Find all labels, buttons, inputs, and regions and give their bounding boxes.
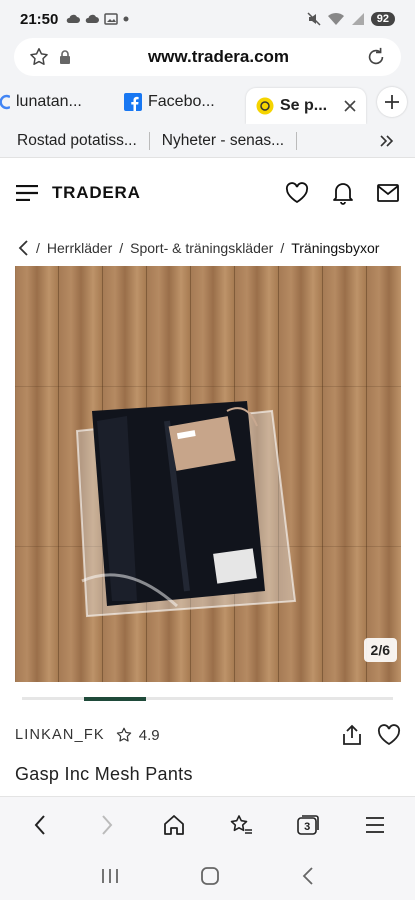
menu-icon[interactable] bbox=[16, 185, 38, 201]
home-button[interactable] bbox=[154, 805, 194, 845]
tab-facebook[interactable]: Facebo... bbox=[124, 86, 242, 118]
recent-apps-icon[interactable] bbox=[100, 867, 120, 885]
menu-button[interactable] bbox=[355, 805, 395, 845]
site-header: TRADERA bbox=[0, 160, 415, 226]
dot-icon bbox=[123, 16, 129, 22]
address-bar[interactable]: www.tradera.com bbox=[14, 38, 401, 76]
product-image[interactable]: 2/6 bbox=[15, 266, 401, 682]
system-nav-bar bbox=[0, 852, 415, 900]
tab-tradera[interactable]: Se p... bbox=[246, 88, 366, 124]
carousel-active-thumb bbox=[84, 697, 146, 701]
home-icon bbox=[163, 814, 184, 835]
tab-label: Facebo... bbox=[148, 93, 215, 110]
plus-icon bbox=[385, 95, 399, 109]
reload-icon[interactable] bbox=[365, 46, 387, 68]
bookmark-divider bbox=[296, 131, 298, 150]
browser-tabs: lunatan... Facebo... Se p... bbox=[0, 80, 415, 124]
bell-icon[interactable] bbox=[332, 181, 354, 205]
breadcrumb: / Herrkläder / Sport- & träningskläder /… bbox=[0, 236, 415, 260]
status-bar: 21:50 92 bbox=[0, 0, 415, 38]
tab-label: lunatan... bbox=[16, 93, 82, 110]
cloud-icon bbox=[86, 14, 100, 23]
heart-icon[interactable] bbox=[377, 724, 401, 746]
star-icon[interactable] bbox=[28, 46, 50, 68]
share-icon[interactable] bbox=[341, 724, 363, 746]
forward-button[interactable] bbox=[87, 805, 127, 845]
star-icon bbox=[116, 727, 131, 742]
breadcrumb-current[interactable]: Träningsbyxor bbox=[291, 240, 379, 256]
url-area: www.tradera.com bbox=[0, 38, 415, 80]
chevron-right-icon bbox=[101, 814, 113, 835]
system-back-icon[interactable] bbox=[301, 866, 315, 886]
rating-value: 4.9 bbox=[138, 726, 160, 744]
seller-rating: 4.9 bbox=[115, 726, 160, 744]
product-title: Gasp Inc Mesh Pants bbox=[15, 764, 193, 784]
browser-toolbar: 3 bbox=[0, 796, 415, 852]
seller-row: LINKAN_FK 4.9 bbox=[15, 722, 401, 748]
tradera-logo[interactable]: TRADERA bbox=[52, 183, 141, 203]
mute-icon bbox=[307, 12, 321, 26]
heart-icon[interactable] bbox=[285, 182, 309, 204]
star-list-icon bbox=[230, 814, 253, 834]
tab-lunatan[interactable]: lunatan... bbox=[0, 86, 118, 118]
back-button[interactable] bbox=[20, 805, 60, 845]
carousel-indicator[interactable] bbox=[22, 697, 393, 701]
battery-indicator: 92 bbox=[370, 12, 395, 26]
bookmarks-button[interactable] bbox=[221, 805, 261, 845]
image-notification-icon bbox=[104, 13, 119, 25]
chevron-left-icon bbox=[34, 814, 45, 835]
seller-name[interactable]: LINKAN_FK bbox=[15, 727, 105, 743]
close-icon[interactable] bbox=[344, 100, 356, 112]
facebook-icon bbox=[124, 93, 142, 111]
lock-icon bbox=[60, 50, 70, 64]
signal-icon bbox=[351, 13, 364, 25]
bookmarks-bar: Rostad potatiss... Nyheter - senas... bbox=[0, 124, 415, 158]
bookmark-item[interactable]: Nyheter - senas... bbox=[162, 132, 284, 150]
bookmark-item[interactable]: Rostad potatiss... bbox=[17, 132, 137, 150]
tabs-button[interactable]: 3 bbox=[288, 805, 328, 845]
wifi-icon bbox=[327, 12, 344, 25]
tradera-favicon-icon bbox=[256, 97, 274, 115]
home-circle-icon[interactable] bbox=[200, 866, 220, 886]
google-icon bbox=[0, 94, 10, 110]
new-tab-button[interactable] bbox=[377, 87, 407, 117]
breadcrumb-item[interactable]: Herrkläder bbox=[47, 240, 112, 256]
breadcrumb-item[interactable]: Sport- & träningskläder bbox=[130, 240, 273, 256]
hamburger-icon bbox=[366, 816, 385, 833]
status-time: 21:50 bbox=[20, 10, 59, 28]
cloud-icon bbox=[67, 14, 81, 23]
mail-icon[interactable] bbox=[377, 184, 399, 202]
bookmark-divider bbox=[148, 131, 150, 150]
product-package-image bbox=[75, 401, 297, 618]
more-bookmarks-icon[interactable] bbox=[379, 133, 395, 149]
image-counter: 2/6 bbox=[363, 638, 397, 662]
chevron-left-icon[interactable] bbox=[18, 239, 30, 257]
tab-count: 3 bbox=[304, 820, 311, 833]
tab-label: Se p... bbox=[280, 97, 328, 114]
url-text[interactable]: www.tradera.com bbox=[72, 47, 365, 67]
